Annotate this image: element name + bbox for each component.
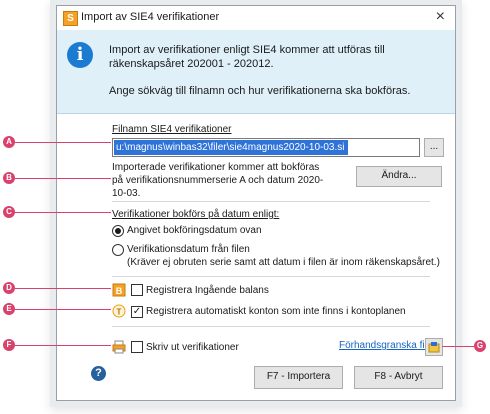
close-icon[interactable]: × xyxy=(436,8,445,26)
separator xyxy=(112,276,430,277)
help-icon[interactable]: ? xyxy=(91,366,106,381)
folder-preview-icon xyxy=(428,342,440,353)
info-text: Import av verifikationer enligt SIE4 kom… xyxy=(109,44,385,70)
file-path-input[interactable] xyxy=(114,140,348,155)
change-button[interactable]: Ändra... xyxy=(356,166,442,187)
radio-angivet-label: Angivet bokföringsdatum ovan xyxy=(127,225,262,236)
title-bar: S Import av SIE4 verifikationer × xyxy=(57,6,455,30)
callout-d: D xyxy=(3,282,15,294)
callout-e-line xyxy=(15,309,111,310)
cancel-button[interactable]: F8 - Avbryt xyxy=(354,366,443,389)
date-note: (Kräver ej obruten serie samt att datum … xyxy=(127,257,440,268)
callout-d-line xyxy=(15,288,111,289)
callout-g: G xyxy=(474,340,486,352)
callout-b-line xyxy=(15,178,111,179)
browse-button[interactable]: ... xyxy=(424,138,444,157)
callout-c-line xyxy=(15,212,111,213)
callout-a-line xyxy=(15,142,111,143)
callout-b: B xyxy=(3,172,15,184)
callout-f: F xyxy=(3,339,15,351)
printer-icon xyxy=(112,340,126,354)
import-button[interactable]: F7 - Importera xyxy=(254,366,343,389)
window-title: Import av SIE4 verifikationer xyxy=(81,11,220,23)
skriv-ut-checkbox[interactable] xyxy=(131,341,143,353)
import-dialog: S Import av SIE4 verifikationer × i Impo… xyxy=(56,5,456,401)
date-section-label: Verifikationer bokförs på datum enligt: xyxy=(112,209,280,220)
radio-angivet-datum[interactable] xyxy=(112,225,124,237)
auto-account-icon: T xyxy=(112,304,126,318)
callout-a: A xyxy=(3,136,15,148)
series-info-text: Importerade verifikationer kommer att bo… xyxy=(112,162,324,199)
info-icon: i xyxy=(67,42,93,68)
ingaende-balans-checkbox[interactable] xyxy=(131,284,143,296)
callout-e: E xyxy=(3,303,15,315)
radio-verifikationsdatum-label: Verifikationsdatum från filen xyxy=(127,244,250,255)
preview-button[interactable] xyxy=(425,338,443,356)
balance-icon: B xyxy=(112,283,126,297)
callout-c: C xyxy=(3,206,15,218)
info-instructions: Ange sökväg till filnamn och hur verifik… xyxy=(109,85,411,97)
skriv-ut-label: Skriv ut verifikationer xyxy=(146,342,239,353)
preview-file-link[interactable]: Förhandsgranska fil xyxy=(339,340,427,351)
auto-konton-label: Registrera automatiskt konton som inte f… xyxy=(146,306,406,317)
separator xyxy=(112,326,430,327)
file-path-field[interactable] xyxy=(112,138,420,157)
radio-verifikationsdatum[interactable] xyxy=(112,244,124,256)
file-label: Filnamn SIE4 verifikationer xyxy=(112,124,232,135)
info-panel: i Import av verifikationer enligt SIE4 k… xyxy=(57,30,455,114)
callout-f-line xyxy=(15,345,111,346)
svg-text:T: T xyxy=(117,308,122,317)
separator xyxy=(112,201,430,202)
ingaende-balans-label: Registrera Ingående balans xyxy=(146,285,269,296)
callout-g-line xyxy=(442,346,474,347)
svg-text:B: B xyxy=(116,286,123,296)
auto-konton-checkbox[interactable]: ✓ xyxy=(131,306,143,318)
app-icon: S xyxy=(63,11,78,26)
